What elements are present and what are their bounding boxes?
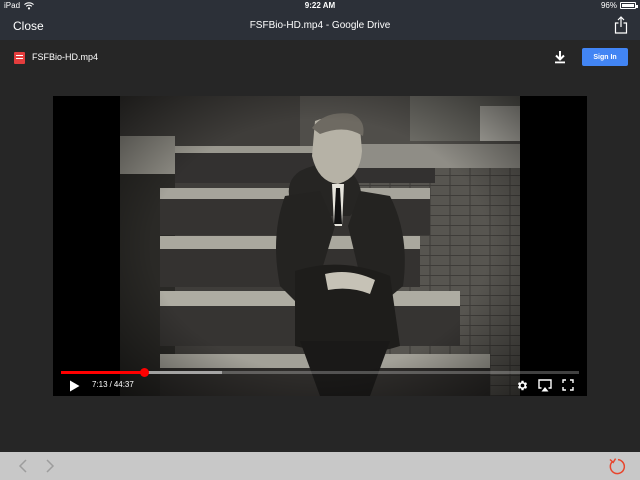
seek-bar[interactable] (61, 368, 579, 377)
fullscreen-icon[interactable] (562, 379, 574, 391)
play-icon[interactable] (69, 380, 80, 392)
reload-icon[interactable] (606, 456, 626, 476)
duration: 44:37 (113, 380, 134, 389)
video-file-icon (14, 52, 25, 64)
sign-in-button[interactable]: Sign In (582, 48, 628, 66)
app-root: iPad 9:22 AM 96% Close FSFBio-HD.mp4 - G… (0, 0, 640, 480)
battery-percent: 96% (600, 1, 617, 10)
airplay-icon[interactable] (538, 379, 552, 392)
share-icon[interactable] (614, 16, 628, 34)
current-time: 7:13 (92, 380, 108, 389)
battery-level (622, 4, 634, 7)
chevron-right-icon[interactable] (44, 459, 56, 473)
time-display: 7:13/44:37 (92, 380, 134, 389)
video-frame (120, 96, 520, 396)
bottom-toolbar (0, 452, 640, 480)
status-right: 96% (600, 1, 638, 10)
page-title: FSFBio-HD.mp4 - Google Drive (249, 20, 391, 31)
video-player[interactable]: 7:13/44:37 (53, 96, 587, 396)
seek-bar-played (61, 371, 145, 374)
battery-icon (620, 2, 638, 9)
status-time: 9:22 AM (304, 1, 336, 10)
gear-icon[interactable] (516, 379, 529, 392)
download-icon[interactable] (553, 50, 567, 64)
file-name: FSFBio-HD.mp4 (32, 52, 99, 62)
chevron-left-icon[interactable] (17, 459, 29, 473)
drive-toolbar: FSFBio-HD.mp4 Sign In (0, 40, 640, 76)
nav-bar: Close FSFBio-HD.mp4 - Google Drive (0, 12, 640, 40)
status-bar: iPad 9:22 AM 96% (0, 0, 640, 12)
player-controls: 7:13/44:37 (53, 376, 587, 396)
